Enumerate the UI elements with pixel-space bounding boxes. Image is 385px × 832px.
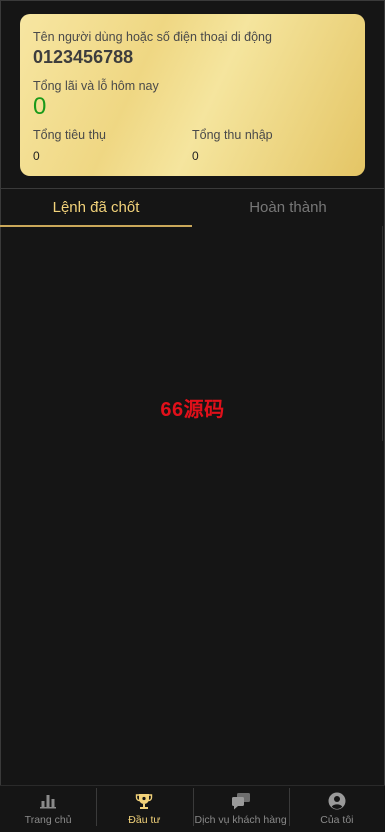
user-avatar-icon (326, 791, 348, 811)
account-summary-card: Tên người dùng hoặc số điện thoại di độn… (20, 14, 365, 176)
tabbar-item-home[interactable]: Trang chủ (0, 786, 96, 832)
order-tabs: Lệnh đã chốt Hoàn thành (0, 189, 385, 227)
bar-chart-icon (37, 791, 59, 811)
tabbar-label-invest: Đầu tư (128, 814, 161, 826)
total-income-label: Tổng thu nhập (192, 128, 273, 142)
tabbar-label-profile: Của tôi (320, 814, 354, 826)
total-income-value: 0 (192, 149, 199, 163)
total-spend: Tổng tiêu thụ 0 (33, 127, 192, 163)
trophy-icon (133, 791, 155, 811)
tab-completed[interactable]: Hoàn thành (192, 189, 384, 227)
tabbar-item-support[interactable]: Dịch vụ khách hàng (192, 786, 289, 832)
tab-closed-orders[interactable]: Lệnh đã chốt (0, 189, 192, 227)
tabbar-label-home: Trang chủ (24, 814, 72, 826)
today-pnl-label: Tổng lãi và lỗ hôm nay (33, 79, 159, 93)
chat-bubbles-icon (230, 791, 252, 811)
account-phone: 0123456788 (33, 47, 134, 67)
bottom-tab-bar: Trang chủ Đầu tư Dịch vụ khách hàng Của … (0, 785, 385, 832)
today-pnl-value: 0 (33, 93, 47, 120)
account-name-label: Tên người dùng hoặc số điện thoại di độn… (33, 30, 272, 44)
tabbar-item-invest[interactable]: Đầu tư (96, 786, 192, 832)
watermark-text: 66源码 (160, 399, 225, 421)
total-spend-value: 0 (33, 149, 40, 163)
totals-row: Tổng tiêu thụ 0 Tổng thu nhập 0 (33, 127, 352, 163)
total-income: Tổng thu nhập 0 (192, 127, 351, 163)
tabbar-label-support: Dịch vụ khách hàng (194, 814, 287, 826)
total-spend-label: Tổng tiêu thụ (33, 128, 106, 142)
tabbar-item-profile[interactable]: Của tôi (288, 786, 385, 832)
